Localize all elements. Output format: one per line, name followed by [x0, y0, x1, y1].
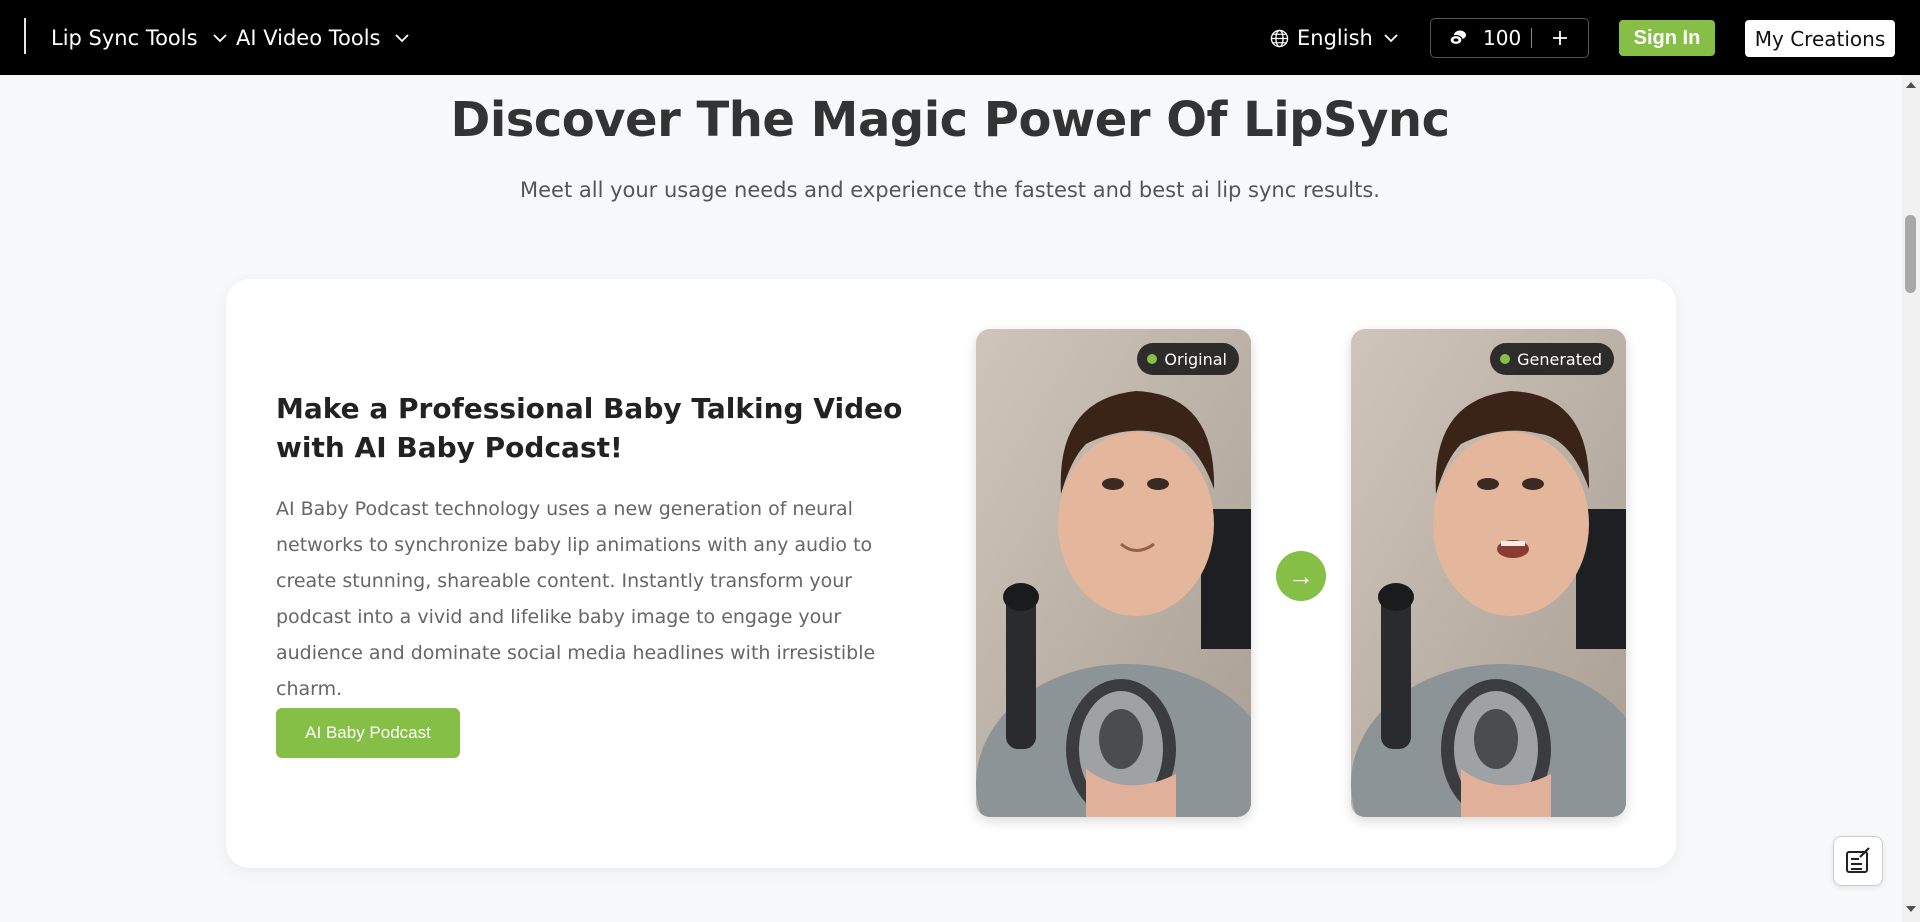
credits-divider — [1531, 28, 1532, 48]
generated-badge: Generated — [1490, 343, 1614, 375]
status-dot — [1500, 354, 1511, 364]
my-creations-button[interactable]: My Creations — [1745, 20, 1895, 57]
globe-icon — [1270, 29, 1289, 47]
top-navbar: Lip Sync Tools AI Video Tools English 10… — [0, 0, 1920, 75]
ai-baby-podcast-button[interactable]: AI Baby Podcast — [276, 708, 460, 758]
original-badge: Original — [1137, 343, 1239, 375]
plus-icon[interactable] — [1550, 28, 1570, 48]
page-title: Discover The Magic Power Of LipSync — [450, 92, 1450, 148]
generated-label: Generated — [1517, 349, 1602, 369]
original-label: Original — [1164, 349, 1227, 369]
generated-image: Generated — [1351, 329, 1626, 817]
nav-ai-video-tools[interactable]: AI Video Tools — [236, 24, 410, 52]
credits-count: 100 — [1483, 26, 1522, 50]
credits-panel: 100 — [1430, 18, 1589, 58]
chevron-down-icon — [1384, 34, 1398, 43]
page-subtitle: Meet all your usage needs and experience… — [520, 178, 1380, 202]
feedback-button[interactable] — [1833, 836, 1883, 886]
baby-portrait-image — [976, 329, 1251, 817]
header-divider — [24, 18, 26, 54]
scroll-up-arrow-icon[interactable] — [1905, 80, 1917, 90]
nav-lip-sync-tools-label: Lip Sync Tools — [51, 26, 198, 50]
coins-icon — [1449, 30, 1466, 46]
language-selector[interactable]: English — [1270, 24, 1399, 52]
nav-lip-sync-tools[interactable]: Lip Sync Tools — [51, 24, 228, 52]
card-description: AI Baby Podcast technology uses a new ge… — [276, 498, 876, 700]
edit-note-icon — [1846, 847, 1870, 873]
original-image: Original — [976, 329, 1251, 817]
feature-card: Make a Professional Baby Talking Video w… — [226, 279, 1676, 868]
page-scrollbar[interactable] — [1902, 75, 1920, 922]
card-title: Make a Professional Baby Talking Video w… — [276, 392, 903, 464]
scrollbar-thumb[interactable] — [1905, 215, 1916, 293]
scroll-down-arrow-icon[interactable] — [1905, 904, 1917, 914]
nav-ai-video-tools-label: AI Video Tools — [236, 26, 381, 50]
baby-portrait-image — [1351, 329, 1626, 817]
sign-in-button[interactable]: Sign In — [1619, 20, 1715, 56]
language-label: English — [1297, 26, 1373, 50]
chevron-down-icon — [212, 34, 227, 43]
chevron-down-icon — [395, 34, 410, 43]
status-dot — [1147, 354, 1158, 364]
arrow-right-icon: → — [1276, 551, 1326, 601]
